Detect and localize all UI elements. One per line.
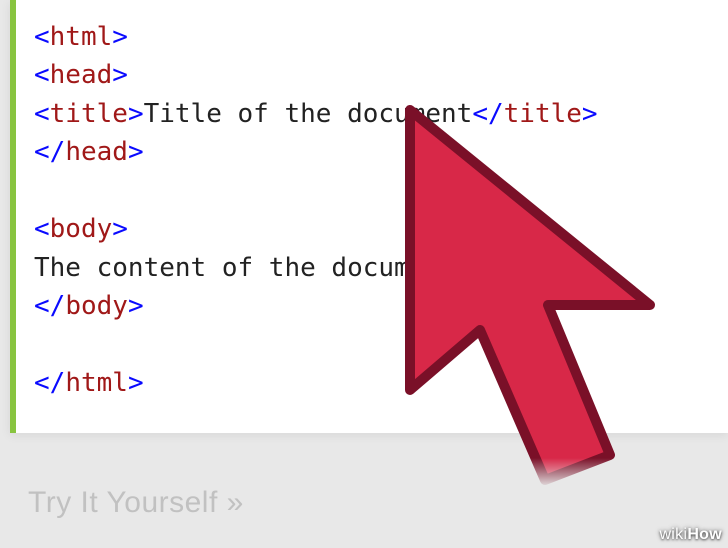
code-line <box>34 326 704 364</box>
code-panel: <html><head><title>Title of the document… <box>10 0 728 433</box>
watermark-suffix: How <box>687 526 722 543</box>
watermark-prefix: wiki <box>659 526 687 543</box>
code-line: <body> <box>34 210 704 248</box>
code-line: </body> <box>34 287 704 325</box>
code-line: <title>Title of the document</title> <box>34 95 704 133</box>
watermark: wikiHow <box>659 526 722 544</box>
code-line: <head> <box>34 56 704 94</box>
code-line: </head> <box>34 133 704 171</box>
code-line: </html> <box>34 364 704 402</box>
code-line: <html> <box>34 18 704 56</box>
code-line: The content of the document...... <box>34 249 704 287</box>
ghost-caption: Try It Yourself » <box>28 486 244 520</box>
code-block: <html><head><title>Title of the document… <box>34 18 704 403</box>
code-line <box>34 172 704 210</box>
